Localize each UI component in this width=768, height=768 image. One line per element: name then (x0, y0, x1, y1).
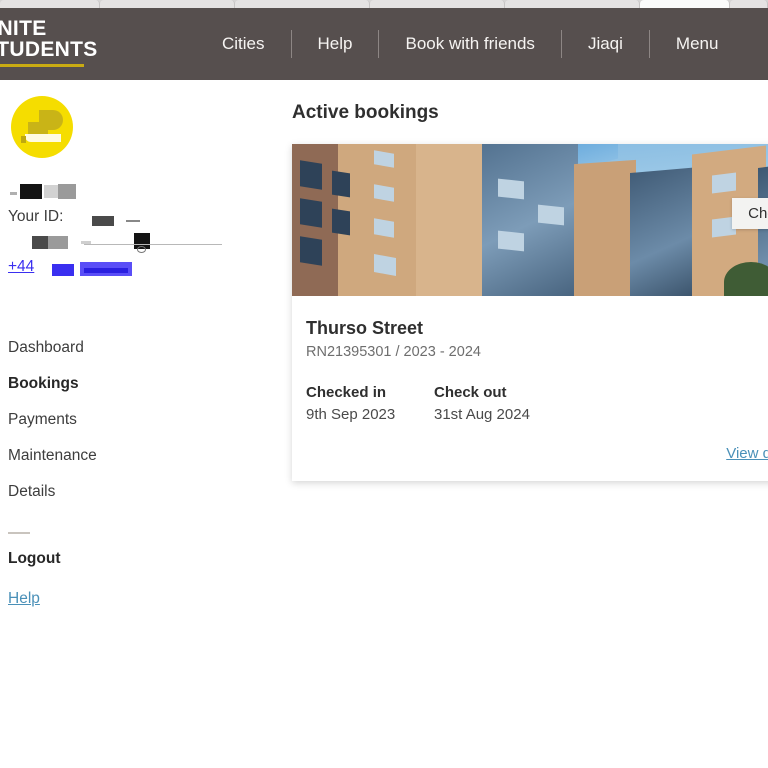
booking-card-footer: View details (306, 445, 768, 463)
phone-redaction (52, 264, 74, 276)
address-redaction (81, 241, 91, 244)
site-header: UNITE STUDENTS Cities Help Book with fri… (0, 8, 768, 80)
browser-tab-active[interactable] (640, 0, 730, 8)
main-navigation: Cities Help Book with friends Jiaqi Menu (196, 8, 744, 80)
sidebar-divider (8, 532, 30, 534)
photo-window (300, 198, 322, 228)
browser-tab[interactable] (235, 0, 370, 8)
browser-tab[interactable] (370, 0, 505, 8)
sidebar: Your ID: +44 Dashboard Bookings Payments… (0, 80, 290, 768)
address-redaction (84, 244, 222, 245)
your-id-redaction (126, 220, 140, 222)
booking-property-name: Thurso Street (306, 318, 424, 338)
avatar-redaction (25, 134, 61, 142)
sidebar-item-maintenance[interactable]: Maintenance (8, 438, 290, 474)
check-out-value: 31st Aug 2024 (434, 406, 530, 423)
logout-button[interactable]: Logout (6, 550, 290, 568)
photo-building (416, 144, 492, 296)
browser-tab-strip (0, 0, 768, 8)
address-redaction (137, 246, 146, 253)
your-id-redaction (92, 216, 114, 226)
booking-dates: Checked in 9th Sep 2023 Check out 31st A… (306, 384, 768, 423)
nav-item-account-jiaqi[interactable]: Jiaqi (562, 34, 649, 54)
check-out-label: Check out (434, 384, 507, 401)
browser-tab[interactable] (100, 0, 235, 8)
photo-window (300, 236, 322, 266)
phone-redaction (84, 268, 128, 273)
photo-window (332, 208, 350, 236)
booking-reference: RN21395301 / 2023 - 2024 (306, 344, 481, 360)
nav-item-menu[interactable]: Menu (650, 34, 745, 54)
photo-window (538, 204, 564, 226)
sidebar-item-dashboard[interactable]: Dashboard (8, 330, 290, 366)
avatar-redaction (21, 136, 26, 143)
your-id-label: Your ID: (8, 208, 64, 225)
status-badge: Checked In (732, 198, 768, 229)
name-redaction (20, 184, 42, 199)
checked-in-label: Checked in (306, 384, 387, 401)
brand-line-1: UNITE (0, 17, 47, 40)
phone-link[interactable]: +44 (8, 258, 34, 276)
photo-window (712, 172, 736, 194)
photo-window (300, 160, 322, 190)
brand-logo[interactable]: UNITE STUDENTS (0, 18, 102, 67)
nav-item-cities[interactable]: Cities (196, 34, 291, 54)
avatar[interactable] (11, 96, 73, 158)
photo-building (574, 159, 636, 296)
booking-card-body: Thurso Street RN21395301 / 2023 - 2024 C… (292, 296, 768, 481)
checked-in-value: 9th Sep 2023 (306, 406, 396, 423)
photo-window (374, 218, 394, 238)
sidebar-navigation: Dashboard Bookings Payments Maintenance … (6, 330, 290, 510)
browser-tab[interactable] (0, 0, 100, 8)
check-out-column: Check out 31st Aug 2024 (434, 384, 562, 423)
address-redaction (48, 236, 68, 249)
page-title: Active bookings (292, 102, 439, 123)
page-root: UNITE STUDENTS Cities Help Book with fri… (0, 0, 768, 768)
nav-item-help[interactable]: Help (292, 34, 379, 54)
view-details-link[interactable]: View details (726, 445, 768, 462)
photo-window (498, 178, 524, 200)
booking-card[interactable]: Checked In Thurso Street RN21395301 / 20… (292, 144, 768, 481)
nav-item-book-with-friends[interactable]: Book with friends (379, 34, 560, 54)
sidebar-item-bookings[interactable]: Bookings (8, 366, 290, 402)
photo-window (498, 230, 524, 252)
brand-line-2: STUDENTS (0, 38, 98, 62)
photo-window (374, 254, 396, 276)
booking-photo: Checked In (292, 144, 768, 296)
name-redaction (58, 184, 76, 199)
browser-tab[interactable] (505, 0, 640, 8)
name-redaction (10, 192, 17, 195)
profile-details: Your ID: +44 (6, 178, 290, 276)
browser-tab[interactable] (730, 0, 768, 8)
sidebar-item-details[interactable]: Details (8, 474, 290, 510)
name-redaction (44, 185, 58, 198)
brand-underline (0, 63, 84, 67)
sidebar-help-link[interactable]: Help (6, 590, 40, 608)
photo-window (332, 170, 350, 198)
address-redaction (32, 236, 48, 249)
sidebar-item-payments[interactable]: Payments (8, 402, 290, 438)
photo-building-glass (630, 166, 700, 296)
main-content: Active bookings Ch Thurso Street RN21395… (290, 80, 768, 768)
checked-in-column: Checked in 9th Sep 2023 (306, 384, 434, 423)
